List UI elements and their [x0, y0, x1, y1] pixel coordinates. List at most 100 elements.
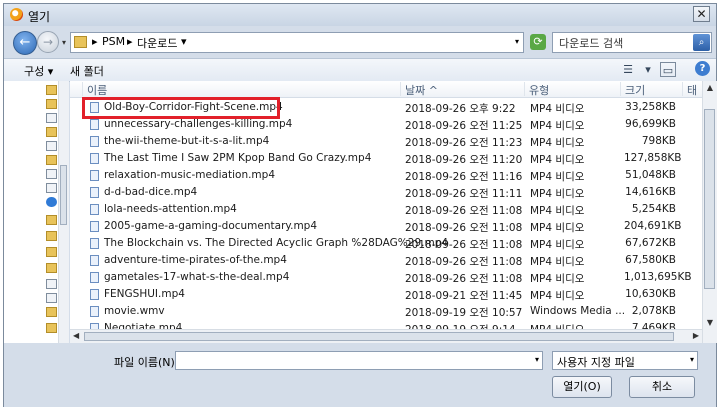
folder-icon[interactable] [46, 215, 57, 225]
video-file-icon [90, 255, 99, 266]
file-date: 2018-09-26 오전 11:23 [405, 137, 523, 149]
file-size: 5,254KB [631, 203, 676, 215]
file-row[interactable]: gametales-17-what-s-the-deal.mp4 2018-09-… [70, 269, 704, 286]
horizontal-scroll-thumb[interactable] [84, 332, 674, 341]
video-file-icon [90, 272, 99, 283]
file-date: 2018-09-19 오전 10:57 [405, 307, 523, 319]
address-arrow-icon[interactable]: ▾ [181, 35, 187, 48]
organize-button[interactable]: 구성 ▾ [24, 63, 53, 79]
horizontal-scrollbar[interactable]: ◀ ▶ [70, 329, 702, 344]
new-folder-button[interactable]: 새 폴더 [70, 63, 104, 79]
file-type: MP4 비디오 [530, 239, 585, 251]
help-icon[interactable]: ? [695, 61, 710, 76]
file-size: 798KB [641, 135, 676, 147]
file-size: 67,672KB [625, 237, 676, 249]
filename-dropdown-icon[interactable]: ▾ [535, 355, 539, 364]
vertical-scroll-thumb[interactable] [704, 109, 715, 289]
column-header-row: 이름 날짜 ^ 유형 크기 태그 [70, 81, 704, 98]
shortcut-icon[interactable] [46, 279, 57, 289]
file-name: adventure-time-pirates-of-the.mp4 [104, 254, 287, 266]
filetype-dropdown-icon[interactable]: ▾ [690, 355, 694, 364]
close-button[interactable]: ✕ [693, 6, 710, 22]
search-input[interactable]: 다운로드 검색 [559, 35, 623, 51]
folder-icon[interactable] [46, 99, 57, 109]
file-row[interactable]: adventure-time-pirates-of-the.mp4 2018-09… [70, 252, 704, 269]
filetype-value: 사용자 지정 파일 [557, 356, 635, 369]
column-header-date[interactable]: 날짜 ^ [400, 82, 524, 97]
refresh-icon[interactable]: ⟳ [530, 34, 546, 50]
folder-icon[interactable] [46, 307, 57, 317]
folder-icon[interactable] [46, 85, 57, 95]
view-options-icon[interactable]: ☰ [620, 62, 636, 77]
shortcut-icon[interactable] [46, 141, 57, 151]
file-date: 2018-09-26 오전 11:08 [405, 222, 523, 234]
navigation-pane [4, 81, 69, 343]
navigation-scrollbar[interactable] [58, 81, 69, 343]
scroll-right-icon[interactable]: ▶ [693, 331, 699, 340]
forward-button[interactable]: → [37, 31, 59, 53]
shortcut-icon[interactable] [46, 113, 57, 123]
folder-icon[interactable] [46, 155, 57, 165]
file-date: 2018-09-26 오전 11:08 [405, 239, 523, 251]
column-header-size[interactable]: 크기 [620, 82, 682, 97]
folder-icon[interactable] [46, 231, 57, 241]
filename-input[interactable]: ▾ [175, 351, 543, 370]
file-name: the-wii-theme-but-it-s-a-lit.mp4 [104, 135, 270, 147]
scroll-down-icon[interactable]: ▼ [705, 318, 715, 327]
address-arrow-icon[interactable]: ▸ [92, 35, 98, 48]
open-button[interactable]: 열기(O) [552, 376, 612, 398]
file-row[interactable]: The Blockchain vs. The Directed Acyclic … [70, 235, 704, 252]
folder-icon [74, 36, 87, 48]
app-icon [10, 8, 23, 21]
scroll-left-icon[interactable]: ◀ [73, 331, 79, 340]
cancel-button[interactable]: 취소 [629, 376, 695, 398]
search-box[interactable]: 다운로드 검색 ⌕ [552, 32, 712, 53]
video-file-icon [90, 289, 99, 300]
file-row[interactable]: 2005-game-a-gaming-documentary.mp4 2018-0… [70, 218, 704, 235]
file-row[interactable]: the-wii-theme-but-it-s-a-lit.mp4 2018-09-… [70, 133, 704, 150]
column-header-name[interactable]: 이름 [82, 82, 400, 97]
navigation-scroll-thumb[interactable] [60, 165, 67, 225]
address-dropdown-icon[interactable]: ▾ [515, 37, 519, 46]
file-size: 10,630KB [625, 288, 676, 300]
video-file-icon [90, 119, 99, 130]
address-bar[interactable]: ▸ PSM ▸ 다운로드 ▾ ▾ [70, 32, 524, 53]
folder-icon[interactable] [46, 263, 57, 273]
filetype-select[interactable]: 사용자 지정 파일 ▾ [552, 351, 698, 370]
file-row[interactable]: d-d-bad-dice.mp4 2018-09-26 오전 11:11 MP4 비… [70, 184, 704, 201]
shortcut-icon[interactable] [46, 293, 57, 303]
column-header-tag[interactable]: 태그 [682, 82, 704, 96]
folder-icon[interactable] [46, 247, 57, 257]
folder-icon[interactable] [46, 323, 57, 333]
file-row[interactable]: movie.wmv 2018-09-19 오전 10:57 Windows Medi… [70, 303, 704, 320]
onedrive-icon[interactable] [46, 197, 57, 207]
file-type: MP4 비디오 [530, 120, 585, 132]
preview-pane-icon[interactable]: ▭ [660, 62, 676, 77]
file-size: 2,078KB [631, 305, 676, 317]
folder-icon[interactable] [46, 127, 57, 137]
address-arrow-icon[interactable]: ▸ [127, 35, 133, 48]
file-row[interactable]: relaxation-music-mediation.mp4 2018-09-26… [70, 167, 704, 184]
column-header-type[interactable]: 유형 [524, 82, 620, 97]
column-date-label: 날짜 [405, 84, 426, 97]
recent-pages-dropdown[interactable]: ▾ [62, 38, 66, 47]
file-date: 2018-09-26 오후 9:22 [405, 103, 516, 115]
file-row[interactable]: FENGSHUI.mp4 2018-09-21 오전 11:45 MP4 비디오 10… [70, 286, 704, 303]
scroll-up-icon[interactable]: ▲ [705, 83, 715, 92]
open-file-dialog: 열기 ✕ ← → ▾ ▸ PSM ▸ 다운로드 ▾ ▾ ⟳ 다운로드 검색 ⌕ … [3, 3, 717, 407]
file-row[interactable]: lola-needs-attention.mp4 2018-09-26 오전 11… [70, 201, 704, 218]
shortcut-icon[interactable] [46, 183, 57, 193]
breadcrumb-psm[interactable]: PSM [102, 35, 125, 48]
breadcrumb-downloads[interactable]: 다운로드 [137, 35, 177, 51]
search-icon[interactable]: ⌕ [693, 34, 710, 51]
vertical-scrollbar[interactable]: ▲ ▼ [702, 81, 717, 343]
file-size: 96,699KB [625, 118, 676, 130]
shortcut-icon[interactable] [46, 169, 57, 179]
file-size: 51,048KB [625, 169, 676, 181]
view-dropdown-icon[interactable]: ▾ [640, 62, 656, 77]
file-type: MP4 비디오 [530, 188, 585, 200]
back-button[interactable]: ← [13, 31, 37, 55]
file-date: 2018-09-26 오전 11:08 [405, 256, 523, 268]
file-row[interactable]: The Last Time I Saw 2PM Kpop Band Go Cra… [70, 150, 704, 167]
file-name: d-d-bad-dice.mp4 [104, 186, 198, 198]
